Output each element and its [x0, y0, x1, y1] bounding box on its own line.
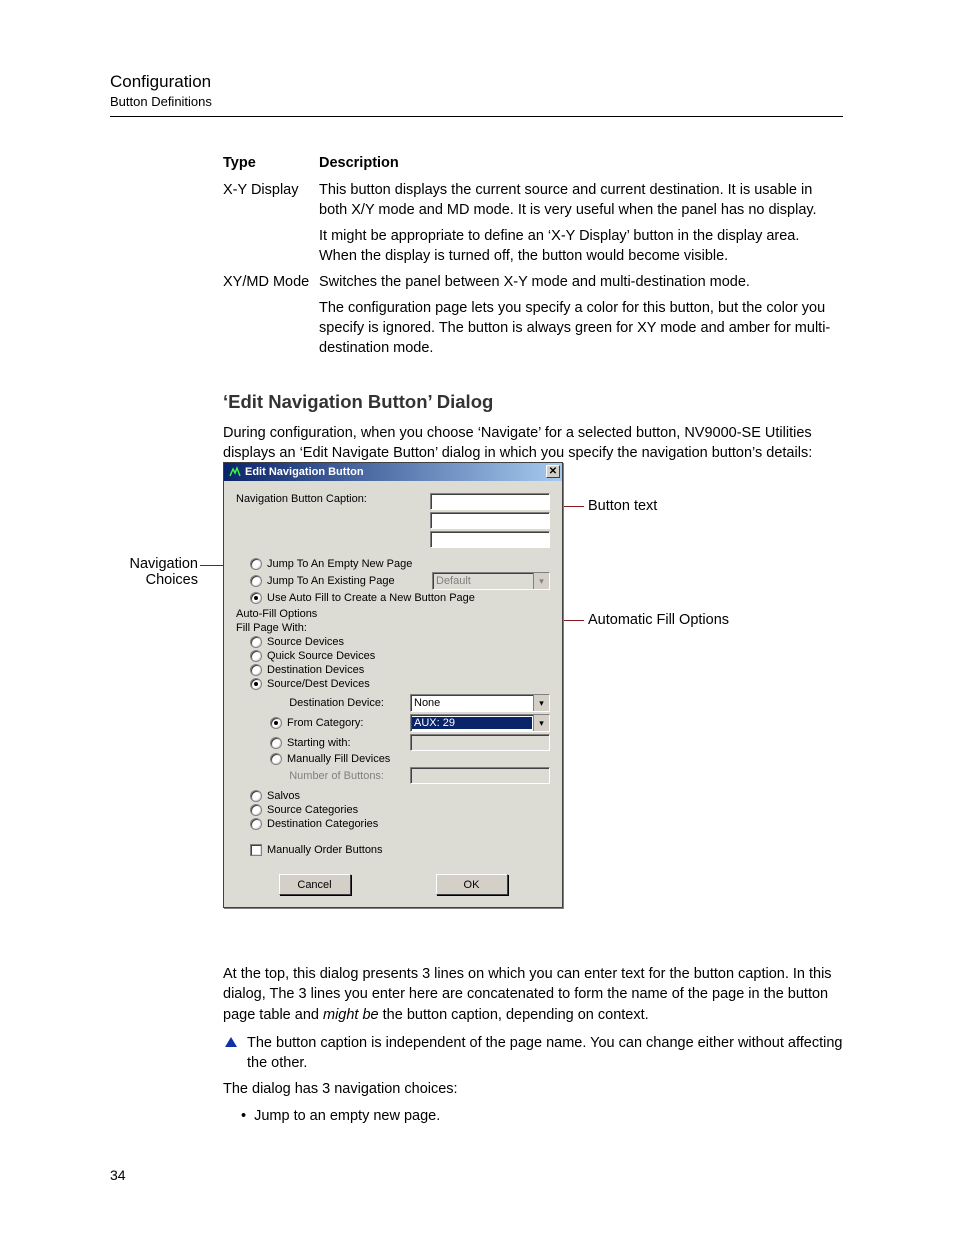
note-text: The button caption is independent of the…: [247, 1033, 843, 1074]
chevron-down-icon: [533, 695, 549, 711]
label-source-dest-devices: Source/Dest Devices: [267, 678, 370, 690]
label-manual-fill: Manually Fill Devices: [287, 753, 390, 765]
caption-line-1-input[interactable]: [430, 493, 550, 510]
label-salvos: Salvos: [267, 790, 300, 802]
cancel-button[interactable]: Cancel: [279, 874, 351, 895]
after-p1b: the button caption, depending on context…: [379, 1007, 649, 1023]
radio-manual-fill[interactable]: [270, 753, 282, 765]
dialog-titlebar[interactable]: Edit Navigation Button ✕: [224, 463, 562, 481]
desc-xy-display-p1: This button displays the current source …: [319, 177, 843, 223]
ok-button[interactable]: OK: [436, 874, 508, 895]
desc-xymd-p1: Switches the panel between X-Y mode and …: [319, 269, 843, 295]
dest-device-label: Destination Device:: [270, 697, 384, 709]
callout-autofill: Automatic Fill Options: [588, 612, 729, 628]
starting-with-input[interactable]: [410, 734, 550, 751]
col-header-description: Description: [319, 152, 843, 177]
num-buttons-label: Number of Buttons:: [270, 770, 384, 782]
chevron-down-icon: [533, 715, 549, 731]
radio-source-categories[interactable]: [250, 804, 262, 816]
radio-autofill[interactable]: [250, 592, 262, 604]
callout-nav-choices-l2: Choices: [120, 572, 198, 588]
radio-source-devices[interactable]: [250, 636, 262, 648]
radio-quick-source[interactable]: [250, 650, 262, 662]
callout-nav-choices-l1: Navigation: [120, 556, 198, 572]
after-figure-text: At the top, this dialog presents 3 lines…: [223, 964, 843, 1128]
label-from-category: From Category:: [287, 717, 383, 729]
after-p2: The dialog has 3 navigation choices:: [223, 1079, 843, 1099]
callout-button-text: Button text: [588, 498, 657, 514]
radio-salvos[interactable]: [250, 790, 262, 802]
label-manual-order: Manually Order Buttons: [267, 844, 383, 856]
radio-destination-categories[interactable]: [250, 818, 262, 830]
accent-button-text: [563, 482, 564, 534]
note-block: The button caption is independent of the…: [223, 1033, 843, 1074]
after-p1: At the top, this dialog presents 3 lines…: [223, 964, 843, 1025]
page-title: Configuration: [110, 72, 843, 92]
dialog-title: Edit Navigation Button: [245, 466, 364, 478]
from-category-combo[interactable]: AUX: 29: [410, 714, 550, 732]
section-heading: ‘Edit Navigation Button’ Dialog: [223, 391, 843, 413]
num-buttons-input: [410, 767, 550, 784]
existing-page-value: Default: [433, 575, 533, 587]
accent-autofill: [563, 588, 564, 898]
after-p1-em: might be: [323, 1007, 379, 1023]
label-quick-source: Quick Source Devices: [267, 650, 375, 662]
page-subtitle: Button Definitions: [110, 94, 843, 109]
desc-xymd-p2: The configuration page lets you specify …: [319, 295, 843, 361]
callout-nav-choices: Navigation Choices: [120, 556, 198, 588]
bullet-dot-icon: •: [241, 1108, 246, 1124]
caption-line-3-input[interactable]: [430, 531, 550, 548]
label-jump-empty: Jump To An Empty New Page: [267, 558, 412, 570]
label-source-devices: Source Devices: [267, 636, 344, 648]
intro-paragraph: During configuration, when you choose ‘N…: [223, 423, 843, 464]
dest-device-value: None: [411, 697, 533, 709]
label-destination-categories: Destination Categories: [267, 818, 378, 830]
content-column: Type Description X-Y Display This button…: [223, 152, 843, 472]
label-destination-devices: Destination Devices: [267, 664, 364, 676]
close-icon[interactable]: ✕: [546, 465, 560, 478]
chevron-down-icon: [533, 573, 549, 589]
app-logo-icon: [228, 466, 241, 479]
callout-line-nav: [200, 565, 223, 566]
caption-label: Navigation Button Caption:: [236, 493, 367, 505]
label-autofill: Use Auto Fill to Create a New Button Pag…: [267, 592, 475, 604]
type-xymd-mode: XY/MD Mode: [223, 269, 319, 295]
fill-page-with-label: Fill Page With:: [236, 622, 550, 634]
autofill-section-label: Auto-Fill Options: [236, 608, 550, 620]
radio-jump-empty[interactable]: [250, 558, 262, 570]
check-manual-order[interactable]: [250, 844, 262, 856]
radio-starting-with[interactable]: [270, 737, 282, 749]
existing-page-combo[interactable]: Default: [432, 572, 550, 590]
from-category-value: AUX: 29: [412, 717, 532, 729]
radio-destination-devices[interactable]: [250, 664, 262, 676]
label-source-categories: Source Categories: [267, 804, 358, 816]
dest-device-combo[interactable]: None: [410, 694, 550, 712]
edit-navigation-button-dialog: Edit Navigation Button ✕ Navigation Butt…: [223, 462, 563, 908]
bullet-1-text: Jump to an empty new page.: [254, 1108, 440, 1124]
radio-source-dest-devices[interactable]: [250, 678, 262, 690]
col-header-type: Type: [223, 152, 319, 177]
label-jump-existing: Jump To An Existing Page: [267, 575, 395, 587]
radio-jump-existing[interactable]: [250, 575, 262, 587]
page-number: 34: [110, 1167, 126, 1183]
label-starting-with: Starting with:: [287, 737, 383, 749]
button-types-table: Type Description X-Y Display This button…: [223, 152, 843, 361]
desc-xy-display-p2: It might be appropriate to define an ‘X-…: [319, 223, 843, 269]
callout-line-btn-text: [564, 506, 584, 507]
radio-from-category[interactable]: [270, 717, 282, 729]
caption-line-2-input[interactable]: [430, 512, 550, 529]
type-xy-display: X-Y Display: [223, 177, 319, 223]
bullet-1: • Jump to an empty new page.: [241, 1108, 843, 1124]
page-header: Configuration Button Definitions: [110, 72, 843, 109]
callout-line-autofill: [564, 620, 584, 621]
note-triangle-icon: [225, 1037, 237, 1047]
header-rule: [110, 116, 843, 117]
